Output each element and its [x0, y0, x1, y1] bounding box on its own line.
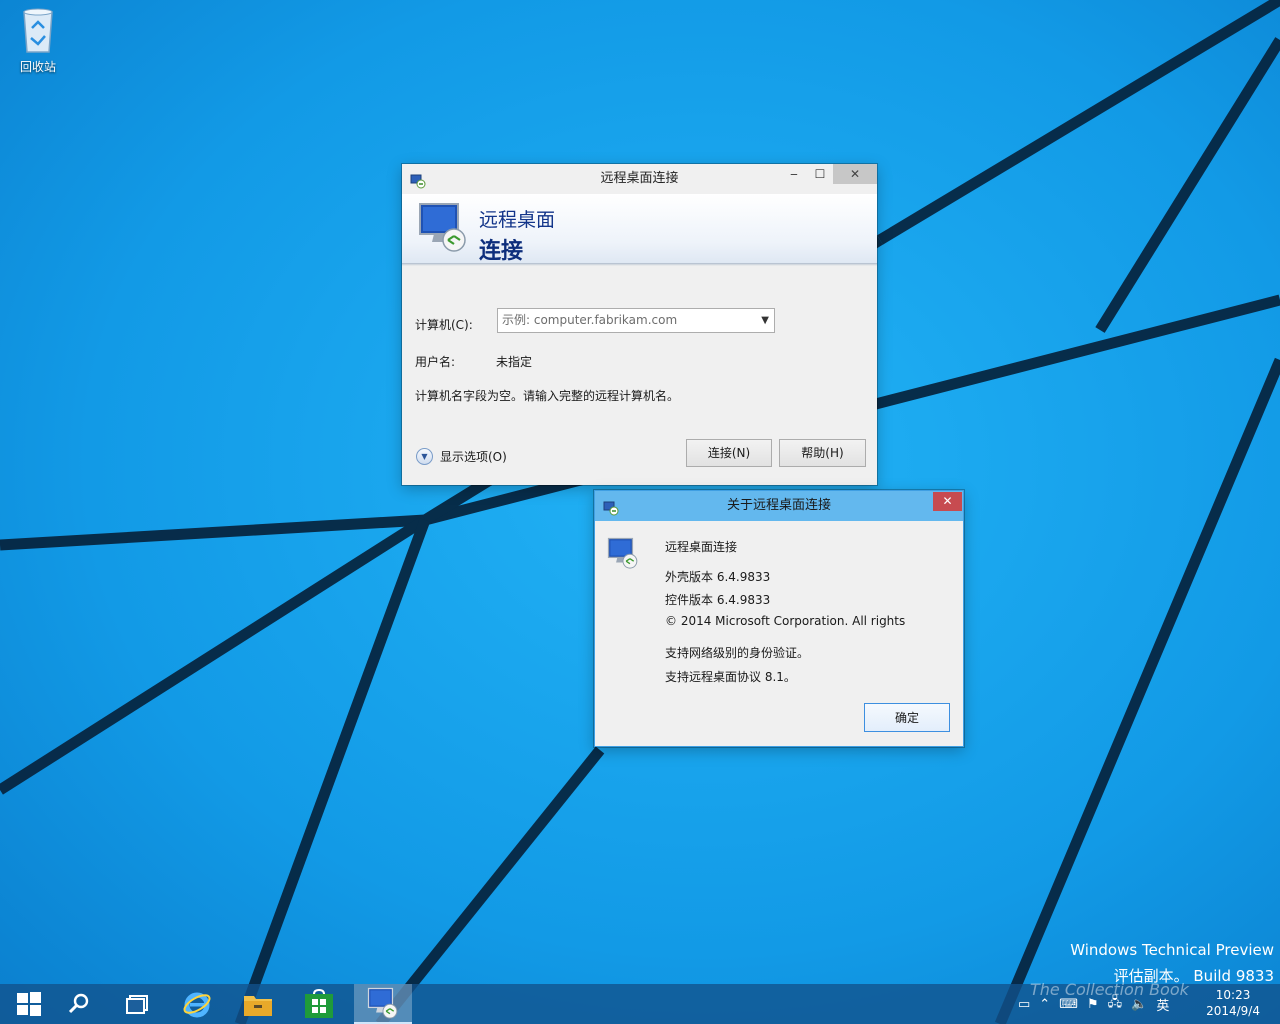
- expand-down-icon: ▼: [416, 448, 433, 465]
- folder-icon: [244, 996, 272, 1016]
- rdc-small-icon: [603, 498, 619, 528]
- watermark-edition: Windows Technical Preview: [1070, 941, 1274, 959]
- computer-combobox[interactable]: 示例: computer.fabrikam.com ▼: [497, 308, 775, 333]
- task-view-button[interactable]: [108, 984, 166, 1024]
- show-options-label: 显示选项(O): [440, 450, 507, 464]
- connect-button[interactable]: 连接(N): [686, 439, 772, 467]
- action-center-icon[interactable]: ▭: [1018, 997, 1030, 1012]
- about-close-button[interactable]: ✕: [933, 492, 962, 511]
- banner-title-line2: 连接: [479, 239, 524, 264]
- rdc-banner: 远程桌面 连接: [402, 194, 877, 264]
- search-icon: [68, 993, 89, 1014]
- banner-separator: [402, 264, 877, 266]
- username-value: 未指定: [496, 355, 533, 369]
- remote-desktop-window[interactable]: 远程桌面连接 ‒ ☐ ✕ 远程桌面 连接 计算机(C): 示例: compute…: [402, 164, 877, 485]
- collection-book-watermark: The Collection Book: [1030, 980, 1189, 999]
- about-titlebar[interactable]: 关于远程桌面连接 ✕: [595, 491, 963, 521]
- about-shell-version: 外壳版本 6.4.9833: [665, 570, 771, 584]
- clock-date: 2014/9/4: [1206, 1004, 1260, 1018]
- computer-placeholder: 示例: computer.fabrikam.com: [502, 313, 678, 327]
- remote-desktop-icon: [416, 200, 470, 257]
- username-label: 用户名:: [415, 355, 456, 369]
- internet-explorer-icon: [183, 992, 211, 1018]
- windows-logo-icon: [17, 992, 41, 1016]
- about-copyright: © 2014 Microsoft Corporation. All rights: [665, 614, 906, 628]
- taskbar-clock[interactable]: 10:23 2014/9/4: [1206, 987, 1260, 1019]
- about-protocol-support: 支持远程桌面协议 8.1。: [665, 670, 796, 684]
- about-control-version: 控件版本 6.4.9833: [665, 593, 771, 607]
- recycle-bin-icon: [23, 8, 53, 53]
- chevron-down-icon[interactable]: ▼: [761, 309, 769, 332]
- remote-desktop-icon: [367, 987, 398, 1019]
- minimize-button[interactable]: ‒: [781, 164, 807, 184]
- remote-desktop-icon: [606, 536, 640, 573]
- internet-explorer-button[interactable]: [168, 984, 226, 1024]
- recycle-bin-label: 回收站: [19, 60, 56, 74]
- maximize-button[interactable]: ☐: [807, 164, 833, 184]
- taskbar-remote-desktop-button[interactable]: [354, 984, 412, 1024]
- about-dialog[interactable]: 关于远程桌面连接 ✕ 远程桌面连接 外壳版本 6.4.9833 控件版本 6.4…: [594, 490, 964, 747]
- search-button[interactable]: [50, 984, 108, 1024]
- about-dialog-title: 关于远程桌面连接: [726, 498, 831, 513]
- empty-computer-message: 计算机名字段为空。请输入完整的远程计算机名。: [415, 389, 680, 403]
- task-view-icon: [126, 995, 148, 1014]
- store-button[interactable]: [290, 984, 348, 1024]
- show-options-toggle[interactable]: ▼ 显示选项(O): [416, 448, 507, 465]
- banner-title-line1: 远程桌面: [479, 209, 556, 231]
- help-button[interactable]: 帮助(H): [779, 439, 866, 467]
- store-icon: [305, 989, 333, 1018]
- clock-time: 10:23: [1215, 988, 1251, 1002]
- main-window-title: 远程桌面连接: [600, 171, 679, 186]
- main-titlebar[interactable]: 远程桌面连接 ‒ ☐ ✕: [402, 164, 877, 194]
- ok-button[interactable]: 确定: [864, 703, 950, 732]
- computer-label: 计算机(C):: [415, 318, 473, 332]
- recycle-bin-shortcut[interactable]: 回收站: [8, 6, 68, 78]
- about-app-name: 远程桌面连接: [665, 540, 738, 554]
- close-button[interactable]: ✕: [833, 164, 877, 184]
- about-nla-support: 支持网络级别的身份验证。: [665, 646, 810, 660]
- file-explorer-button[interactable]: [229, 984, 287, 1024]
